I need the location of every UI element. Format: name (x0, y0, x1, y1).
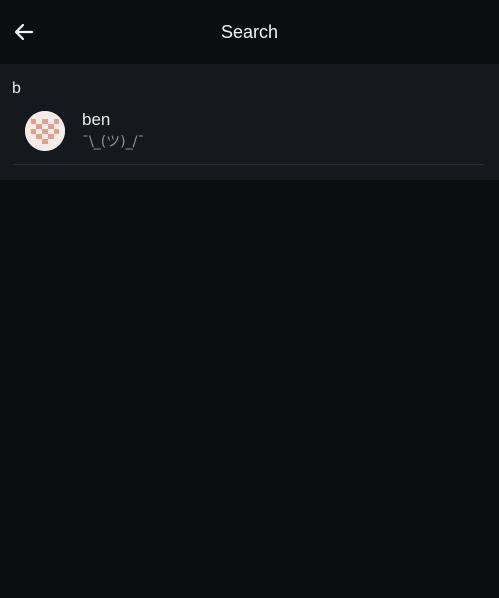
page-title: Search (220, 22, 279, 42)
search-result-item[interactable]: ben ¯\_(ツ)_/¯ (14, 104, 484, 164)
divider (14, 164, 484, 165)
user-avatar (25, 111, 65, 151)
user-name: ben (82, 110, 111, 129)
app-header: Search (0, 0, 499, 64)
search-panel: ben ¯\_(ツ)_/¯ (0, 64, 499, 180)
user-status: ¯\_(ツ)_/¯ (82, 134, 145, 150)
search-input[interactable] (12, 78, 482, 100)
identicon-avatar (25, 111, 65, 151)
